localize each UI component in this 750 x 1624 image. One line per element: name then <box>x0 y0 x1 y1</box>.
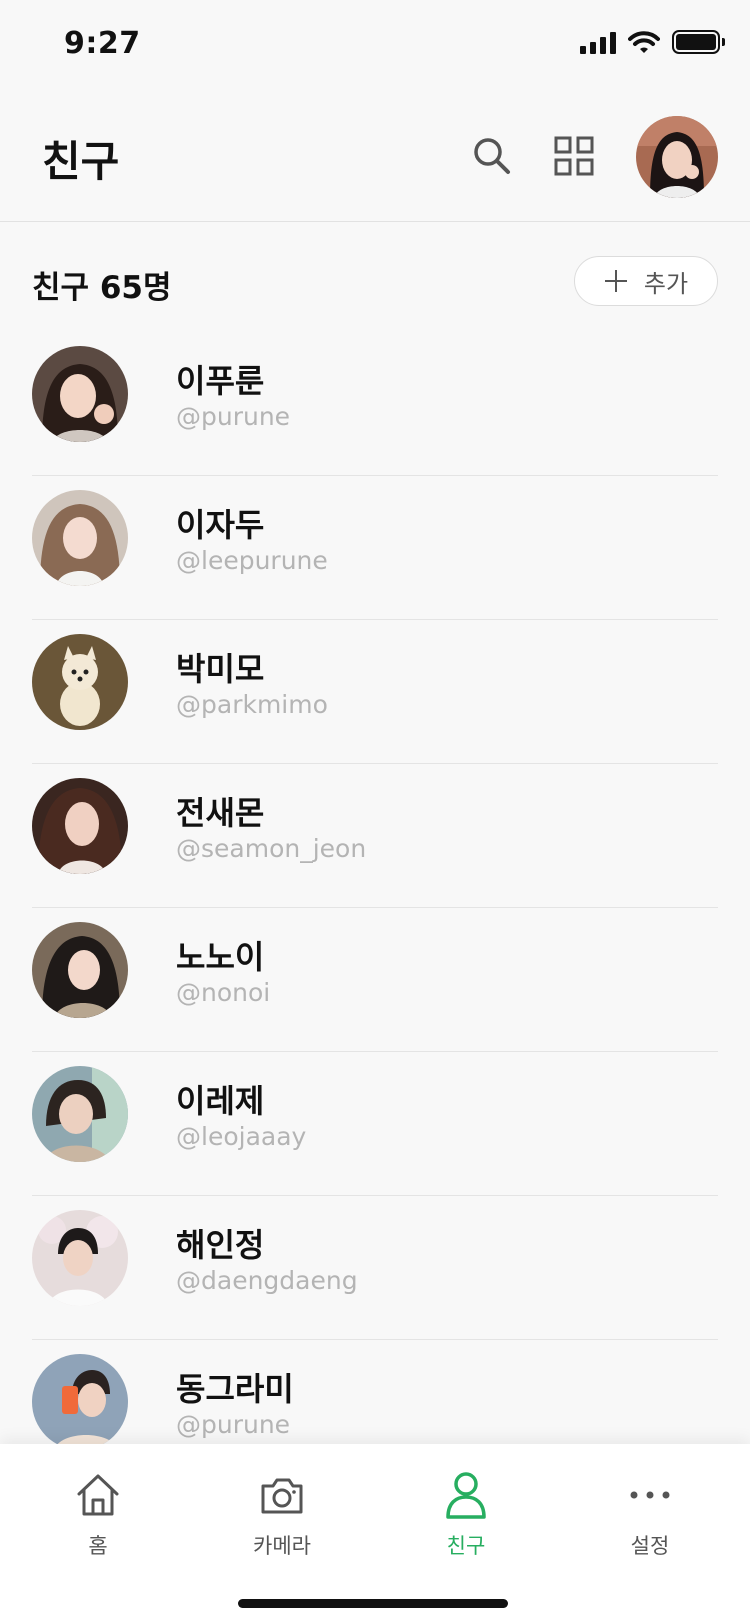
friend-handle: @seamon_jeon <box>176 834 367 863</box>
tab-home-label: 홈 <box>88 1534 108 1558</box>
add-friend-button[interactable]: 추가 <box>574 256 718 306</box>
search-button[interactable] <box>464 128 520 184</box>
friend-avatar <box>32 1210 128 1306</box>
add-friend-label: 추가 <box>643 269 689 298</box>
friend-avatar <box>32 1066 128 1162</box>
friend-avatar <box>32 346 128 442</box>
friend-name: 전새몬 <box>176 794 265 832</box>
friend-row[interactable]: 해인정 @daengdaeng <box>0 1196 750 1340</box>
page-title: 친구 <box>42 137 120 186</box>
friend-name: 해인정 <box>176 1226 265 1264</box>
friend-list: 이푸룬 @purune 이자두 @leepurune 박미모 @parkmimo… <box>0 332 750 1484</box>
friend-handle: @leojaaay <box>176 1122 307 1151</box>
camera-icon <box>261 1478 303 1514</box>
friend-row[interactable]: 전새몬 @seamon_jeon <box>0 764 750 908</box>
friend-row[interactable]: 이푸룬 @purune <box>0 332 750 476</box>
more-icon <box>630 1491 670 1499</box>
friend-row[interactable]: 이레제 @leojaaay <box>0 1052 750 1196</box>
friend-count: 친구 65명 <box>32 270 172 306</box>
tab-camera[interactable]: 카메라 <box>222 1470 342 1560</box>
tab-camera-label: 카메라 <box>253 1534 311 1558</box>
tab-friends[interactable]: 친구 <box>406 1470 526 1560</box>
friend-name: 동그라미 <box>176 1370 294 1408</box>
friend-avatar <box>32 922 128 1018</box>
friend-name: 이레제 <box>176 1082 265 1120</box>
person-icon <box>446 1472 486 1519</box>
friend-avatar <box>32 634 128 730</box>
friend-row[interactable]: 박미모 @parkmimo <box>0 620 750 764</box>
friend-handle: @purune <box>176 402 291 431</box>
home-indicator <box>238 1599 508 1608</box>
friend-name: 이자두 <box>176 506 265 544</box>
friend-avatar <box>32 778 128 874</box>
plus-icon <box>604 270 627 292</box>
search-icon <box>474 138 510 174</box>
battery-icon <box>672 30 725 54</box>
status-time: 9:27 <box>64 26 141 61</box>
friends-screen: 9:27 친구 친구 65명 추가 이푸룬 @purune 이자두 @leepu… <box>0 0 750 1624</box>
grid-icon <box>554 136 594 176</box>
friend-name: 노노이 <box>176 938 265 976</box>
friend-handle: @parkmimo <box>176 690 328 719</box>
grid-view-button[interactable] <box>546 128 602 184</box>
friend-handle: @purune <box>176 1410 291 1439</box>
friend-name: 이푸룬 <box>176 362 265 400</box>
app-header: 친구 <box>0 100 750 222</box>
friend-row[interactable]: 이자두 @leepurune <box>0 476 750 620</box>
my-profile-avatar[interactable] <box>636 116 718 198</box>
tab-settings[interactable]: 설정 <box>590 1470 710 1560</box>
friend-avatar <box>32 1354 128 1450</box>
friend-name: 박미모 <box>176 650 265 688</box>
friend-handle: @nonoi <box>176 978 271 1007</box>
friend-handle: @daengdaeng <box>176 1266 358 1295</box>
friend-row[interactable]: 노노이 @nonoi <box>0 908 750 1052</box>
status-bar: 9:27 <box>0 0 750 90</box>
cellular-signal-icon <box>580 30 616 54</box>
tab-settings-label: 설정 <box>630 1534 670 1558</box>
friend-avatar <box>32 490 128 586</box>
tab-home[interactable]: 홈 <box>38 1470 158 1560</box>
wifi-icon <box>628 31 660 53</box>
status-icons <box>580 30 725 54</box>
tab-friends-label: 친구 <box>446 1534 486 1558</box>
friends-section-header: 친구 65명 추가 <box>0 250 750 310</box>
bottom-tab-bar: 홈 카메라 친구 설정 <box>0 1444 750 1624</box>
friend-handle: @leepurune <box>176 546 328 575</box>
home-icon <box>77 1474 119 1516</box>
